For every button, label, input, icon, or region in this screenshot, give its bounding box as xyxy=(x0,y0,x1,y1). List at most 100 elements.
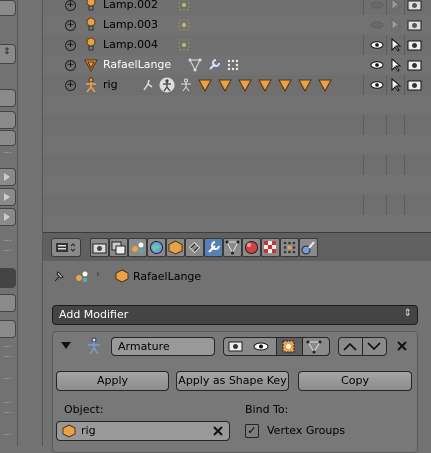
modifier-name-text: Armature xyxy=(118,340,170,353)
armature-modifier-icon xyxy=(88,337,100,355)
tool-button[interactable] xyxy=(0,294,16,312)
outliner-item-label: RafaelLange xyxy=(103,58,172,71)
tool-button[interactable] xyxy=(0,168,16,186)
expand-icon[interactable]: + xyxy=(65,40,76,51)
properties-header xyxy=(43,232,431,261)
cage-toggle-icon[interactable] xyxy=(305,339,323,354)
tool-button[interactable] xyxy=(0,111,16,129)
apply-as-shape-key-button[interactable]: Apply as Shape Key xyxy=(176,371,289,391)
cursor-icon[interactable] xyxy=(390,18,402,32)
move-up-icon[interactable] xyxy=(343,342,357,351)
tool-button[interactable] xyxy=(0,208,16,226)
physics-icon[interactable] xyxy=(299,238,318,257)
remove-modifier-icon[interactable] xyxy=(396,340,408,352)
constraints-icon[interactable] xyxy=(185,238,204,257)
data-icon[interactable] xyxy=(223,238,242,257)
triangle-right-icon xyxy=(4,213,10,221)
cursor-icon[interactable] xyxy=(390,58,402,72)
clear-field-icon[interactable] xyxy=(212,425,224,437)
bind-to-label: Bind To: xyxy=(245,403,289,416)
apply-button[interactable]: Apply xyxy=(56,371,169,391)
tool-button[interactable] xyxy=(0,320,16,338)
eye-icon[interactable] xyxy=(370,38,384,52)
vertex-groups-icon[interactable] xyxy=(188,58,202,72)
outliner-row[interactable]: + RafaelLange xyxy=(43,55,431,75)
object-field-value: rig xyxy=(81,424,96,437)
editor-type-menu[interactable] xyxy=(51,238,81,257)
move-buttons xyxy=(338,337,387,356)
particles-icon[interactable] xyxy=(226,58,240,72)
divider xyxy=(4,250,12,252)
properties-editor-icon xyxy=(56,243,76,252)
outliner-row[interactable]: + Lamp.003 xyxy=(43,15,431,35)
modifier-name-field[interactable]: Armature xyxy=(111,337,215,356)
object-field[interactable]: rig xyxy=(56,421,230,441)
expand-icon[interactable]: + xyxy=(65,20,76,31)
object-icon xyxy=(115,269,129,283)
outliner-row[interactable]: + Lamp.002 xyxy=(43,0,431,15)
divider xyxy=(4,412,12,414)
world-icon[interactable] xyxy=(147,238,166,257)
divider xyxy=(4,346,12,348)
collapse-triangle-icon[interactable] xyxy=(61,342,71,350)
move-down-icon[interactable] xyxy=(367,342,381,351)
scene-icon[interactable] xyxy=(128,238,147,257)
divider xyxy=(4,356,12,358)
tool-button[interactable] xyxy=(0,268,16,288)
camera-icon[interactable] xyxy=(407,78,423,92)
armature-icon xyxy=(86,77,96,93)
edit-mode-toggle[interactable] xyxy=(276,338,303,355)
expand-icon[interactable]: + xyxy=(65,0,76,11)
tool-button[interactable] xyxy=(0,89,16,107)
outliner-row[interactable]: + rig xyxy=(43,75,431,95)
outliner-empty-row xyxy=(43,115,431,135)
armature-data-icon[interactable] xyxy=(159,77,175,93)
lamp-data-icon[interactable] xyxy=(177,38,191,52)
render-context-icon[interactable] xyxy=(90,238,109,257)
eye-icon[interactable] xyxy=(370,78,384,92)
particles-context-icon[interactable] xyxy=(280,238,299,257)
tool-stepper[interactable]: ⇕ xyxy=(0,44,16,64)
tool-button[interactable] xyxy=(0,0,16,16)
cursor-icon[interactable] xyxy=(390,0,402,12)
mesh-object-icon xyxy=(84,59,98,72)
updown-arrow-icon: ⇕ xyxy=(403,308,412,319)
lamp-data-icon[interactable] xyxy=(177,0,191,12)
expand-icon[interactable]: + xyxy=(65,80,76,91)
wrench-icon[interactable] xyxy=(207,58,221,72)
eye-icon[interactable] xyxy=(370,58,384,72)
expand-icon[interactable]: + xyxy=(65,60,76,71)
bone-icon[interactable] xyxy=(179,78,193,92)
copy-button[interactable]: Copy xyxy=(298,371,412,391)
camera-icon[interactable] xyxy=(407,18,423,32)
eye-icon[interactable] xyxy=(370,0,384,12)
cursor-icon[interactable] xyxy=(390,78,402,92)
tool-button[interactable] xyxy=(0,188,16,206)
object-icon[interactable] xyxy=(166,238,185,257)
eye-icon[interactable] xyxy=(370,18,384,32)
outliner-item-label: Lamp.004 xyxy=(103,38,159,51)
tool-button[interactable] xyxy=(0,130,16,146)
render-layers-icon[interactable] xyxy=(109,238,128,257)
lamp-data-icon[interactable] xyxy=(177,18,191,32)
camera-icon[interactable] xyxy=(407,58,423,72)
material-icon[interactable] xyxy=(242,238,261,257)
camera-icon[interactable] xyxy=(407,0,423,12)
outliner-item-label: rig xyxy=(103,78,118,91)
texture-icon[interactable] xyxy=(261,238,280,257)
pose-icon[interactable] xyxy=(141,78,155,92)
cursor-icon[interactable] xyxy=(390,38,402,52)
add-modifier-dropdown[interactable]: Add Modifier ⇕ xyxy=(52,305,418,325)
outliner-item-label: Lamp.002 xyxy=(103,0,159,11)
outliner-empty-row xyxy=(43,135,431,155)
region-separator[interactable] xyxy=(18,0,43,446)
render-toggle-icon[interactable] xyxy=(227,339,245,354)
viewport-toggle-icon[interactable] xyxy=(252,339,270,354)
modifiers-icon[interactable] xyxy=(204,238,223,257)
outliner-row[interactable]: + Lamp.004 xyxy=(43,35,431,55)
add-modifier-label: Add Modifier xyxy=(59,308,129,321)
outliner-empty-row xyxy=(43,175,431,195)
pin-icon[interactable] xyxy=(52,269,66,283)
vertex-groups-checkbox[interactable]: ✓ xyxy=(245,424,259,438)
camera-icon[interactable] xyxy=(407,38,423,52)
